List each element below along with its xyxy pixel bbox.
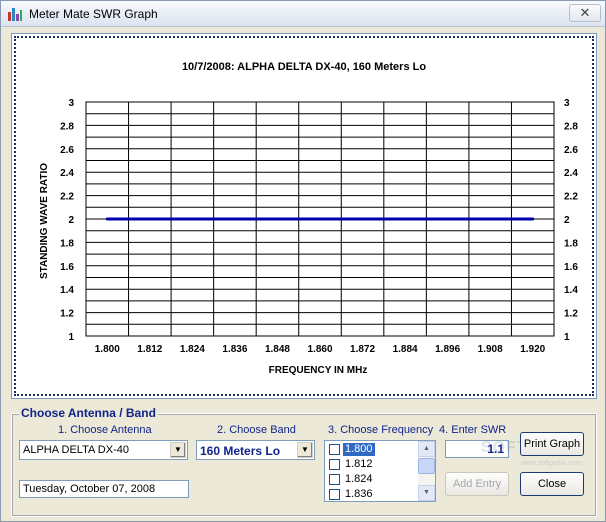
window-title: Meter Mate SWR Graph [29, 7, 158, 21]
y-tick-label-right: 1.6 [564, 262, 578, 273]
frequency-label: 1.800 [343, 443, 375, 456]
swr-data-point [275, 217, 279, 221]
close-button[interactable]: Close [520, 472, 584, 496]
window-close-button[interactable]: ✕ [569, 4, 601, 22]
x-tick-label: 1.908 [478, 344, 503, 355]
swr-data-point [318, 217, 322, 221]
frequency-label: 1.812 [345, 458, 373, 470]
x-tick-label: 1.920 [520, 344, 545, 355]
chart-title: 10/7/2008: ALPHA DELTA DX-40, 160 Meters… [182, 61, 426, 73]
swr-data-point [361, 217, 365, 221]
y-tick-label-right: 2.8 [564, 121, 578, 132]
watermark-url: www.softpedia.com [521, 460, 582, 467]
chevron-down-icon[interactable]: ▼ [170, 442, 186, 458]
graph-frame: 10/7/2008: ALPHA DELTA DX-40, 160 Meters… [11, 33, 597, 399]
swr-data-point [190, 217, 194, 221]
swr-data-point [403, 217, 407, 221]
swr-data-point [233, 217, 237, 221]
x-tick-label: 1.872 [350, 344, 375, 355]
scroll-thumb[interactable] [418, 458, 435, 474]
y-tick-label-right: 2.6 [564, 145, 578, 156]
band-value: 160 Meters Lo [200, 444, 281, 458]
y-tick-label-left: 1.8 [60, 238, 74, 249]
close-icon: ✕ [579, 5, 591, 20]
list-scrollbar[interactable]: ▲ ▼ [418, 441, 435, 501]
x-tick-label: 1.812 [137, 344, 162, 355]
group-title: Choose Antenna / Band [19, 406, 158, 420]
y-tick-label-right: 3 [564, 98, 570, 109]
y-tick-label-right: 2.4 [564, 168, 578, 179]
band-select[interactable]: 160 Meters Lo ▼ [196, 440, 315, 460]
swr-data-point [446, 217, 450, 221]
step2-label: 2. Choose Band [217, 424, 296, 436]
scroll-up-icon[interactable]: ▲ [418, 441, 435, 457]
x-tick-label: 1.836 [222, 344, 247, 355]
y-tick-label-left: 2.8 [60, 121, 74, 132]
y-tick-label-left: 1.6 [60, 262, 74, 273]
list-item[interactable]: 1.836 [327, 487, 419, 501]
checkbox[interactable] [329, 444, 340, 455]
x-tick-label: 1.884 [393, 344, 418, 355]
y-tick-label-right: 1.2 [564, 309, 578, 320]
swr-data-point [148, 217, 152, 221]
checkbox[interactable] [329, 489, 340, 500]
antenna-select[interactable]: ALPHA DELTA DX-40 ▼ [19, 440, 188, 460]
y-tick-label-right: 1.8 [564, 238, 578, 249]
print-graph-button[interactable]: Print Graph [520, 432, 584, 456]
y-axis-label: STANDING WAVE RATIO [39, 163, 50, 279]
y-tick-label-left: 3 [68, 98, 74, 109]
checkbox[interactable] [329, 474, 340, 485]
bar-chart-icon [8, 8, 22, 21]
date-field[interactable]: Tuesday, October 07, 2008 [19, 480, 189, 498]
step3-label: 3. Choose Frequency [328, 424, 434, 436]
swr-data-point [105, 217, 109, 221]
y-tick-label-left: 1 [68, 332, 74, 343]
scroll-down-icon[interactable]: ▼ [418, 485, 435, 501]
x-tick-label: 1.896 [435, 344, 460, 355]
x-tick-label: 1.824 [180, 344, 205, 355]
y-tick-label-left: 2.2 [60, 192, 74, 203]
step4-label: 4. Enter SWR [439, 424, 507, 436]
x-tick-label: 1.860 [307, 344, 332, 355]
antenna-value: ALPHA DELTA DX-40 [23, 444, 129, 456]
y-tick-label-left: 2 [68, 215, 74, 226]
list-item[interactable]: 1.812 [327, 457, 419, 472]
list-item[interactable]: 1.800 [327, 442, 419, 457]
frequency-label: 1.824 [345, 473, 373, 485]
y-tick-label-left: 2.4 [60, 168, 74, 179]
y-tick-label-left: 1.2 [60, 309, 74, 320]
y-tick-label-right: 1.4 [564, 285, 578, 296]
chevron-down-icon[interactable]: ▼ [297, 442, 313, 458]
y-tick-label-right: 2.2 [564, 192, 578, 203]
swr-data-point [531, 217, 535, 221]
swr-chart: 10/7/2008: ALPHA DELTA DX-40, 160 Meters… [39, 61, 578, 376]
graph-area: 10/7/2008: ALPHA DELTA DX-40, 160 Meters… [14, 36, 594, 396]
frequency-label: 1.836 [345, 488, 373, 500]
checkbox[interactable] [329, 459, 340, 470]
y-tick-label-left: 1.4 [60, 285, 74, 296]
y-tick-label-right: 2 [564, 215, 570, 226]
add-entry-button[interactable]: Add Entry [445, 472, 509, 496]
frequency-list[interactable]: 1.800 1.812 1.824 1.836 ▲ ▼ [324, 440, 436, 502]
y-tick-label-right: 1 [564, 332, 570, 343]
x-tick-label: 1.800 [95, 344, 120, 355]
x-axis-label: FREQUENCY IN MHz [269, 365, 368, 376]
list-item[interactable]: 1.824 [327, 472, 419, 487]
title-bar[interactable]: Meter Mate SWR Graph ✕ [1, 1, 605, 27]
swr-graph-window: Meter Mate SWR Graph ✕ 10/7/2008: ALPHA … [0, 0, 606, 522]
swr-data-point [488, 217, 492, 221]
step1-label: 1. Choose Antenna [58, 424, 152, 436]
y-tick-label-left: 2.6 [60, 145, 74, 156]
x-tick-label: 1.848 [265, 344, 290, 355]
